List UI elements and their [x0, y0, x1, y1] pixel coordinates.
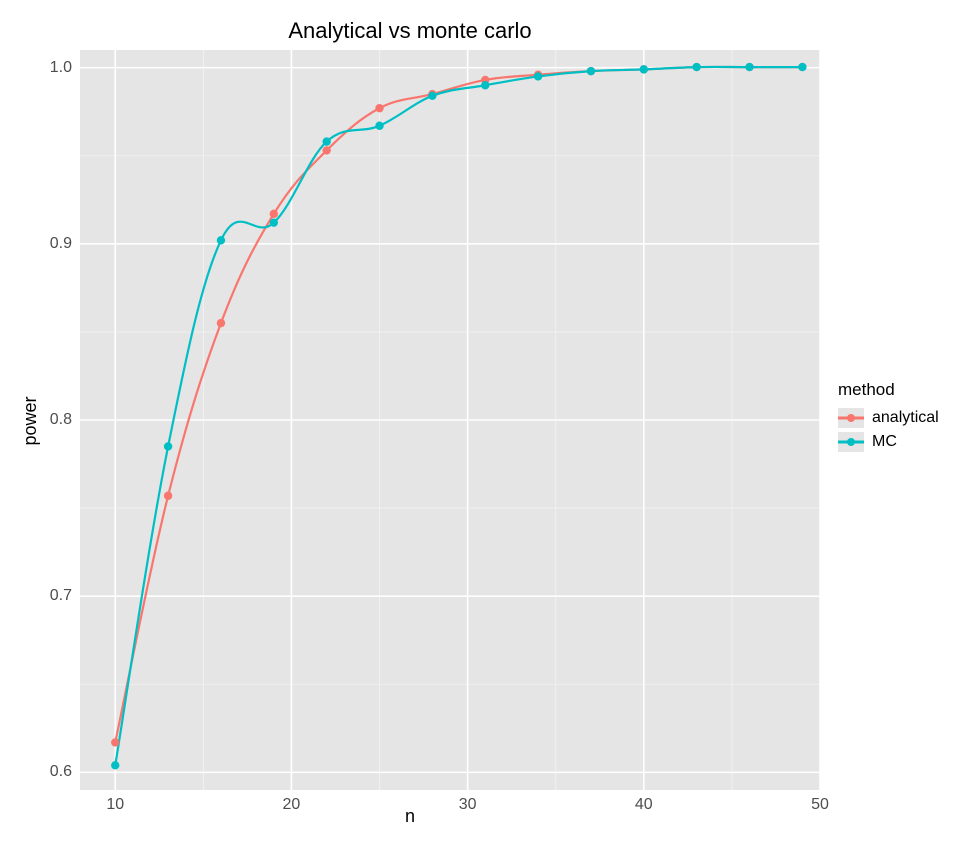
legend-label: MC — [872, 433, 897, 451]
legend: method analytical MC — [838, 380, 939, 456]
y-tick-label: 0.8 — [12, 411, 72, 429]
x-tick-label: 20 — [283, 796, 301, 814]
y-tick-label: 1.0 — [12, 59, 72, 77]
chart-container: Analytical vs monte carlo power n 1.0 0.… — [0, 0, 960, 841]
legend-item-analytical: analytical — [838, 408, 939, 428]
legend-title: method — [838, 380, 939, 400]
legend-item-mc: MC — [838, 432, 939, 452]
y-tick-label: 0.9 — [12, 235, 72, 253]
x-tick-label: 30 — [459, 796, 477, 814]
plot-svg — [80, 50, 820, 790]
x-tick-label: 40 — [635, 796, 653, 814]
legend-key-mc — [838, 432, 864, 452]
x-tick-label: 10 — [106, 796, 124, 814]
legend-key-analytical — [838, 408, 864, 428]
x-tick-label: 50 — [811, 796, 829, 814]
chart-title: Analytical vs monte carlo — [0, 18, 820, 44]
y-tick-label: 0.6 — [12, 763, 72, 781]
legend-label: analytical — [872, 409, 939, 427]
plot-area — [80, 50, 820, 790]
y-tick-label: 0.7 — [12, 587, 72, 605]
